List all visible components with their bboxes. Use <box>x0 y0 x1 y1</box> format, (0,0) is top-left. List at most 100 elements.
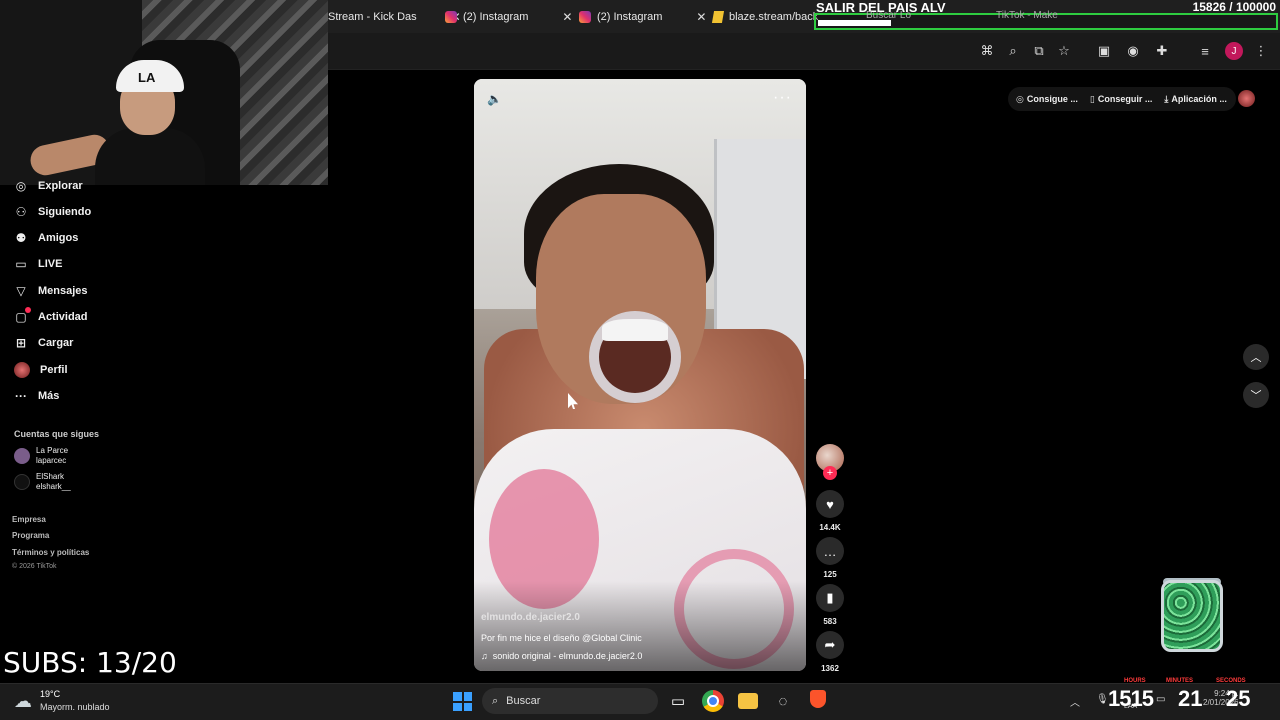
weather-temp[interactable]: 19°C <box>40 689 60 699</box>
tab-label: blaze.stream/back <box>729 11 819 23</box>
app-icon[interactable]: ◌ <box>772 690 794 712</box>
comment-action[interactable]: … 125 <box>815 537 845 579</box>
sidebar-item-upload[interactable]: ⊞ Cargar <box>14 332 74 354</box>
like-action[interactable]: ♥ 14.4K <box>815 490 845 532</box>
followed-account[interactable]: ElShark elshark__ <box>14 472 71 492</box>
browser-tab[interactable]: (2) Instagram ✕ <box>437 4 580 30</box>
followed-account[interactable]: La Parce laparcec <box>14 446 68 466</box>
puzzle-icon[interactable]: ✚ <box>1153 42 1171 60</box>
footer-link-company[interactable]: Empresa <box>12 515 46 524</box>
tab-label: Stream - Kick Das <box>328 11 417 23</box>
taskbar-search[interactable]: ⌕ Buscar <box>482 688 658 714</box>
footer-link-program[interactable]: Programa <box>12 531 49 540</box>
previous-video-button[interactable]: ︿ <box>1243 344 1269 370</box>
profile-avatar <box>14 362 30 378</box>
video-player[interactable]: 🔈 ··· elmundo.de.jacier2.0 Por fin me hi… <box>474 79 806 671</box>
translate-icon[interactable]: ⌘ <box>978 42 996 60</box>
brave-icon[interactable] <box>810 690 826 708</box>
sidebar-item-following[interactable]: ⚇ Siguiendo <box>14 201 92 223</box>
display-icon[interactable]: ▭ <box>1156 694 1165 705</box>
chevron-down-icon: ﹀ <box>1250 390 1262 402</box>
more-icon: ··· <box>15 389 27 403</box>
account-handle: laparcec <box>36 456 67 465</box>
bookmark-icon[interactable]: ▮ <box>816 584 844 612</box>
get-app-button[interactable]: ▯ Conseguir ... <box>1090 94 1152 105</box>
webcam-overlay: LA <box>0 0 328 185</box>
promo-pills: ◎ Consigue ... ▯ Conseguir ... ⤓ Aplicación… <box>1008 87 1236 111</box>
tab-label: (2) Instagram <box>463 11 529 23</box>
sidebar-item-live[interactable]: ▭ LIVE <box>14 253 62 275</box>
streamer-shirt <box>95 128 205 185</box>
save-action[interactable]: ▮ 583 <box>815 584 845 626</box>
windows-start-button[interactable] <box>453 692 472 711</box>
video-sound[interactable]: ♫ sonido original - elmundo.de.jacier2.0 <box>481 651 642 661</box>
weather-desc[interactable]: Mayorm. nublado <box>40 702 110 712</box>
phone-icon: ▯ <box>1089 93 1095 104</box>
avatar <box>14 448 30 464</box>
media-control-icon[interactable]: ≡ <box>1196 42 1214 60</box>
account-handle: elshark__ <box>36 482 71 491</box>
user-avatar[interactable] <box>1238 90 1255 107</box>
video-scene-teeth <box>602 319 668 341</box>
background-tab-label: Buscar Lo <box>866 10 912 21</box>
following-section-title: Cuentas que sigues <box>14 429 100 439</box>
next-video-button[interactable]: ﹀ <box>1243 382 1269 408</box>
mic-icon[interactable]: 🎙 <box>1096 694 1109 705</box>
chrome-icon[interactable] <box>702 690 724 712</box>
sidebar-item-label: Amigos <box>38 232 79 244</box>
chevron-up-icon: ︿ <box>1250 352 1262 364</box>
share-count: 1362 <box>821 664 839 673</box>
desktop-app-button[interactable]: ⤓ Aplicación ... <box>1164 94 1227 105</box>
send-icon: ▽ <box>16 284 26 298</box>
sidebar-item-label: Más <box>38 390 60 402</box>
more-options-icon[interactable]: ··· <box>773 89 792 107</box>
comment-count: 125 <box>823 570 837 579</box>
zoom-icon[interactable]: ⌕ <box>1004 42 1022 60</box>
volume-icon[interactable]: 🔈 <box>487 92 502 106</box>
overlay-clock-minutes: 21 <box>1178 686 1203 711</box>
sidebar-item-activity[interactable]: ▢ Actividad <box>14 306 88 328</box>
instagram-icon <box>445 11 457 23</box>
comment-icon[interactable]: … <box>816 537 844 565</box>
sidebar-item-profile[interactable]: Perfil <box>14 359 68 381</box>
search-placeholder: Buscar <box>506 695 541 707</box>
footer-link-terms[interactable]: Términos y políticas <box>12 548 89 557</box>
clock-label-minutes: MINUTES <box>1166 678 1193 684</box>
extension-icon[interactable]: ▣ <box>1095 42 1113 60</box>
pill-label: Consigue ... <box>1026 94 1078 104</box>
extension-icon[interactable]: ◉ <box>1124 42 1142 60</box>
background-tab-label: TikTok - Make <box>996 10 1058 21</box>
bookmark-star-icon[interactable]: ☆ <box>1055 42 1073 60</box>
sidebar-item-messages[interactable]: ▽ Mensajes <box>14 280 87 302</box>
overlay-clock-hours: 1515 <box>1108 686 1154 711</box>
cap-logo: LA <box>138 70 156 85</box>
browser-tab[interactable]: blaze.stream/back <box>705 4 826 30</box>
sidebar-item-more[interactable]: ··· Más <box>14 385 59 407</box>
menu-kebab-icon[interactable]: ⋮ <box>1252 42 1270 60</box>
get-coins-button[interactable]: ◎ Consigue ... <box>1016 94 1078 105</box>
sidebar-item-label: LIVE <box>38 258 63 270</box>
goal-current: 15826 <box>1192 0 1226 14</box>
video-author[interactable]: elmundo.de.jacier2.0 <box>481 612 580 623</box>
browser-tab[interactable]: (2) Instagram ✕ <box>571 4 714 30</box>
share-icon[interactable]: ➦ <box>816 631 844 659</box>
sound-label: sonido original - elmundo.de.jacier2.0 <box>492 651 643 661</box>
file-explorer-icon[interactable] <box>738 693 758 709</box>
coin-icon: ◎ <box>1016 93 1024 104</box>
notification-dot <box>25 307 31 313</box>
save-count: 583 <box>823 617 837 626</box>
sidebar-item-label: Actividad <box>38 311 88 323</box>
tray-chevron-icon[interactable]: ︿ <box>1070 694 1080 709</box>
search-icon: ⌕ <box>492 694 499 707</box>
friends-icon: ⚉ <box>15 231 27 245</box>
follow-plus-icon[interactable]: + <box>823 466 837 480</box>
sidebar-item-friends[interactable]: ⚉ Amigos <box>14 227 79 249</box>
heart-icon[interactable]: ♥ <box>816 490 844 518</box>
profile-avatar[interactable]: J <box>1225 42 1243 60</box>
live-icon: ▭ <box>15 257 27 271</box>
sidebar-item-explore[interactable]: ◎ Explorar <box>14 175 83 197</box>
tip-jar <box>1161 580 1223 652</box>
task-view-icon[interactable]: ▭ <box>667 690 689 712</box>
share-action[interactable]: ➦ 1362 <box>815 631 845 673</box>
cast-icon[interactable]: ⧉ <box>1030 42 1048 60</box>
